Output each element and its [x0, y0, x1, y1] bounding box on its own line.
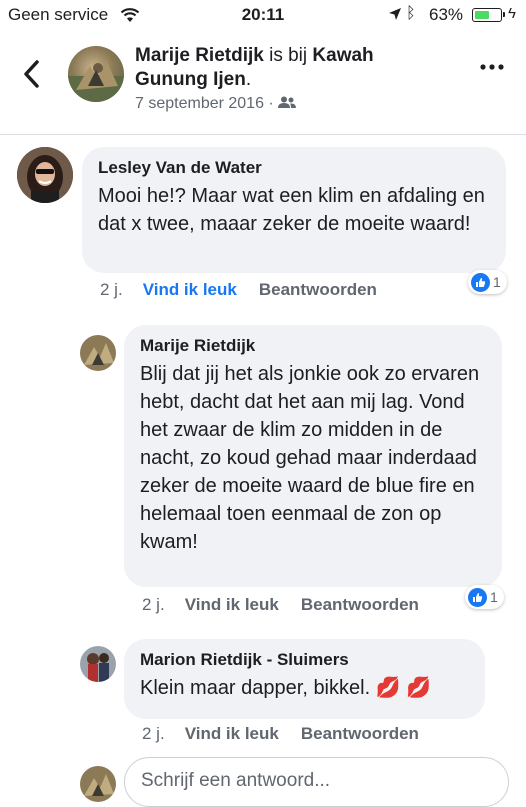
- comment-bubble: Lesley Van de Water Mooi he!? Maar wat e…: [82, 147, 506, 273]
- location-arrow-icon: [389, 8, 401, 20]
- comment-text: Blij dat jij het als jonkie ook zo ervar…: [140, 363, 480, 553]
- comment-avatar[interactable]: [80, 646, 116, 682]
- comment-actions: 2 j. Vind ik leuk Beantwoorden: [142, 724, 441, 744]
- comment-avatar[interactable]: [17, 147, 73, 203]
- comment-text: Mooi he!? Maar wat een klim en afdaling …: [98, 185, 485, 235]
- comment-bubble: Marion Rietdijk - Sluimers Klein maar da…: [124, 639, 485, 719]
- battery-percent: 63%: [429, 5, 464, 24]
- reaction-count: 1: [493, 274, 501, 290]
- status-bar: Geen service 20:11 ᛒ 63% ϟ: [0, 0, 526, 30]
- comment-avatar[interactable]: [80, 335, 116, 371]
- bluetooth-icon: ᛒ: [406, 5, 416, 22]
- post-author-avatar[interactable]: [68, 46, 124, 102]
- reply-button[interactable]: Beantwoorden: [301, 724, 419, 743]
- comment-bubble: Marije Rietdijk Blij dat jij het als jon…: [124, 325, 502, 587]
- reply-button[interactable]: Beantwoorden: [259, 280, 377, 299]
- post-author-name[interactable]: Marije Rietdijk: [135, 45, 264, 66]
- like-button[interactable]: Vind ik leuk: [185, 595, 279, 614]
- reaction-badge[interactable]: 1: [468, 270, 507, 294]
- charging-bolt-icon: ϟ: [508, 5, 516, 22]
- reaction-badge[interactable]: 1: [465, 585, 504, 609]
- back-chevron-icon[interactable]: [20, 58, 44, 90]
- like-button[interactable]: Vind ik leuk: [143, 280, 237, 299]
- comment-age: 2 j.: [142, 595, 165, 614]
- comment-age: 2 j.: [100, 280, 123, 299]
- more-options-icon[interactable]: [480, 62, 504, 72]
- comment-actions: 2 j. Vind ik leuk Beantwoorden: [100, 280, 399, 300]
- comment-age: 2 j.: [142, 724, 165, 743]
- thumbs-up-icon: [471, 272, 490, 292]
- friends-icon: [278, 96, 297, 108]
- post-header: Marije Rietdijk is bij Kawah Gunung Ijen…: [0, 30, 526, 135]
- like-button[interactable]: Vind ik leuk: [185, 724, 279, 743]
- reply-placeholder: Schrijf een antwoord...: [141, 770, 331, 791]
- post-title: Marije Rietdijk is bij Kawah Gunung Ijen…: [135, 45, 374, 90]
- battery-icon: [472, 8, 505, 22]
- current-user-avatar: [80, 766, 116, 802]
- comment-author[interactable]: Marije Rietdijk: [140, 335, 486, 357]
- battery-fill: [475, 11, 489, 19]
- reaction-count: 1: [490, 589, 498, 605]
- comment-actions: 2 j. Vind ik leuk Beantwoorden: [142, 595, 441, 615]
- reply-input[interactable]: Schrijf een antwoord...: [124, 757, 509, 807]
- comment-text: Klein maar dapper, bikkel. 💋 💋: [140, 677, 432, 699]
- comment-author[interactable]: Lesley Van de Water: [98, 157, 490, 179]
- comment-author[interactable]: Marion Rietdijk - Sluimers: [140, 649, 469, 671]
- post-date: 7 september 2016 ·: [135, 95, 297, 113]
- thumbs-up-icon: [468, 587, 487, 607]
- reply-button[interactable]: Beantwoorden: [301, 595, 419, 614]
